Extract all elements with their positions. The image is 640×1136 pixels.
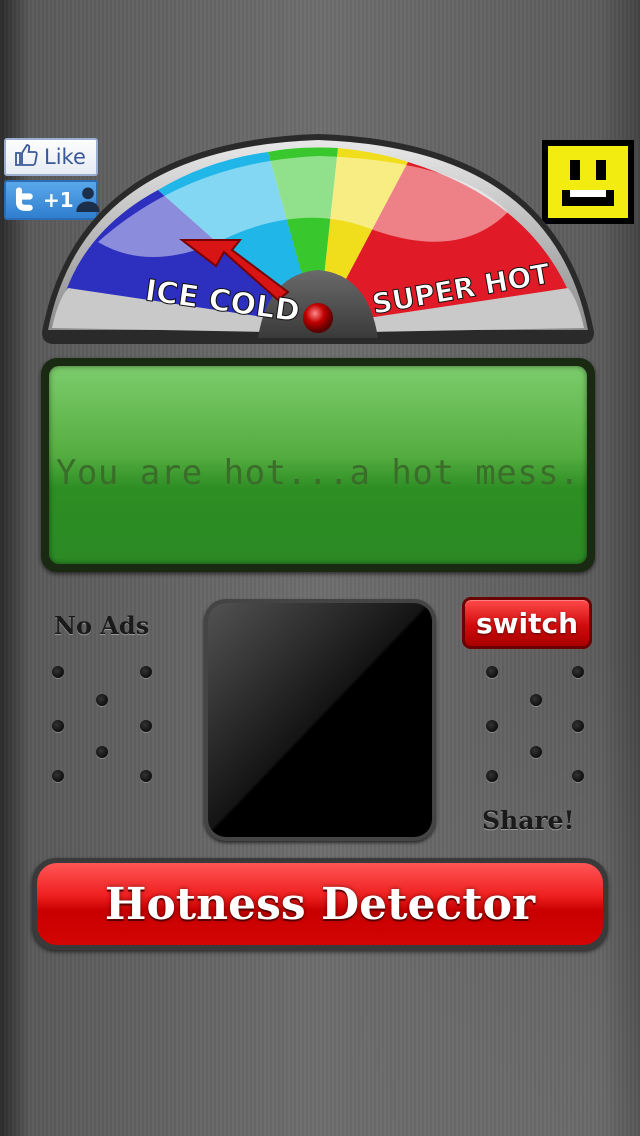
hotness-detector-label: Hotness Detector	[37, 863, 603, 945]
hotness-detector-button[interactable]: Hotness Detector	[32, 858, 608, 950]
result-message: You are hot...a hot mess.	[55, 453, 581, 493]
grill-dot	[572, 770, 584, 782]
gauge-led-icon	[303, 303, 333, 333]
switch-button[interactable]: switch	[462, 597, 592, 649]
thumbs-up-icon	[14, 143, 38, 172]
camera-preview[interactable]	[204, 599, 436, 841]
result-display: You are hot...a hot mess.	[41, 358, 595, 572]
left-speaker-grill	[52, 666, 172, 796]
twitter-bird-icon	[12, 184, 40, 216]
grill-dot	[530, 746, 542, 758]
hotness-gauge: ICE COLD SUPER HOT	[38, 132, 598, 354]
grill-dot	[572, 666, 584, 678]
grill-dot	[486, 770, 498, 782]
camera-lens	[208, 603, 432, 837]
grill-dot	[52, 720, 64, 732]
no-ads-button[interactable]: No Ads	[54, 611, 149, 640]
grill-dot	[52, 770, 64, 782]
grill-dot	[52, 666, 64, 678]
right-speaker-grill	[482, 666, 602, 796]
grill-dot	[96, 746, 108, 758]
grill-dot	[572, 720, 584, 732]
grill-dot	[486, 666, 498, 678]
grill-dot	[530, 694, 542, 706]
grill-dot	[140, 770, 152, 782]
share-button[interactable]: Share!	[482, 806, 574, 835]
grill-dot	[140, 720, 152, 732]
grill-dot	[486, 720, 498, 732]
grill-dot	[96, 694, 108, 706]
grill-dot	[140, 666, 152, 678]
result-screen: You are hot...a hot mess.	[49, 366, 587, 564]
